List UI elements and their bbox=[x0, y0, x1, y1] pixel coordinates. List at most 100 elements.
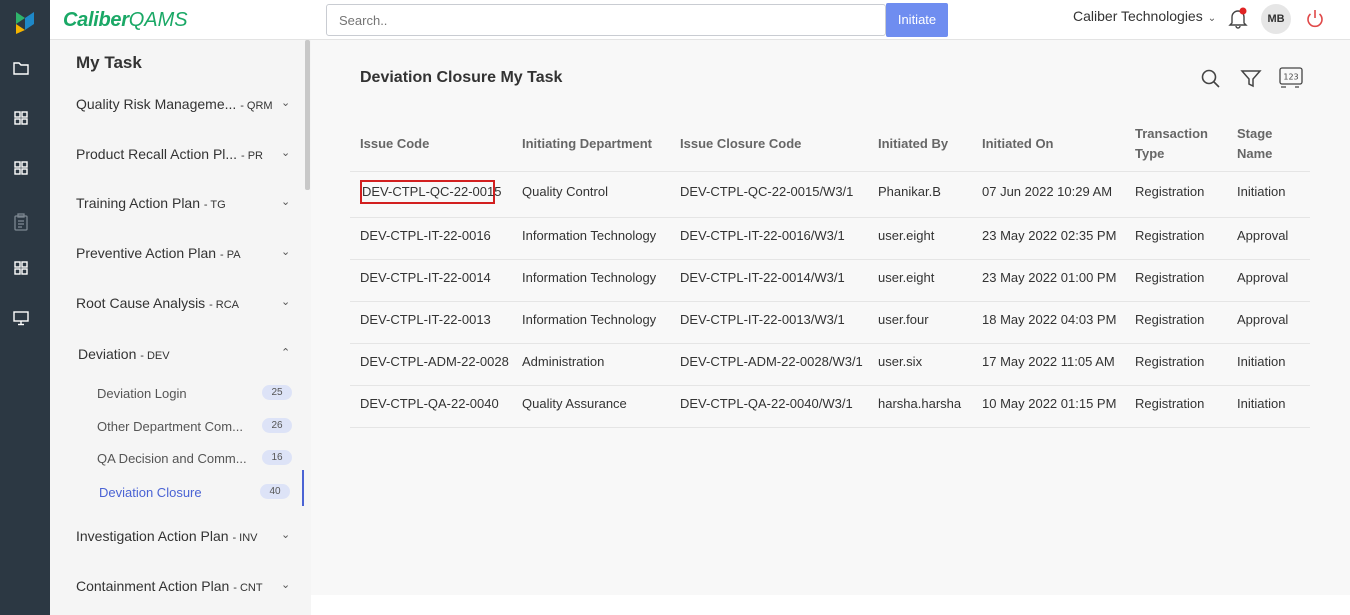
power-icon[interactable] bbox=[1304, 8, 1326, 30]
top-header: CaliberQAMS Initiate Caliber Technologie… bbox=[50, 0, 1350, 40]
issue-code-link[interactable]: DEV-CTPL-IT-22-0013 bbox=[360, 312, 491, 327]
issue-code-link[interactable]: DEV-CTPL-QA-22-0040 bbox=[360, 396, 499, 411]
sidebar-item-inv[interactable]: Investigation Action Plan - INV ⌄ bbox=[76, 528, 296, 544]
avatar[interactable]: MB bbox=[1261, 4, 1291, 34]
cell: Registration bbox=[1135, 354, 1205, 369]
chevron-up-icon: ⌃ bbox=[281, 347, 291, 359]
cell: Initiation bbox=[1237, 396, 1286, 411]
chevron-down-icon: ⌄ bbox=[281, 579, 291, 591]
count-badge: 25 bbox=[262, 385, 292, 400]
col-initiating-department[interactable]: Initiating Department bbox=[522, 134, 652, 154]
cell: Phanikar.B bbox=[878, 184, 941, 199]
col-stage-name[interactable]: Stage Name bbox=[1237, 124, 1287, 164]
main-footer bbox=[311, 595, 1350, 615]
cell: Registration bbox=[1135, 396, 1205, 411]
cell: 18 May 2022 04:03 PM bbox=[982, 312, 1117, 327]
cell: DEV-CTPL-ADM-22-0028/W3/1 bbox=[680, 354, 863, 369]
count-badge: 40 bbox=[260, 484, 290, 499]
cell: 17 May 2022 11:05 AM bbox=[982, 354, 1115, 369]
cell: DEV-CTPL-IT-22-0013/W3/1 bbox=[680, 312, 845, 327]
search-input[interactable] bbox=[326, 4, 886, 36]
cell: DEV-CTPL-QC-22-0015/W3/1 bbox=[680, 184, 854, 199]
monitor-icon[interactable] bbox=[12, 309, 30, 327]
cell: user.four bbox=[878, 312, 929, 327]
search-icon[interactable] bbox=[1198, 66, 1224, 92]
issue-code-link[interactable]: DEV-CTPL-QC-22-0015 bbox=[362, 184, 501, 199]
sidebar-item-pa[interactable]: Preventive Action Plan - PA ⌄ bbox=[76, 245, 296, 261]
cell: DEV-CTPL-IT-22-0016/W3/1 bbox=[680, 228, 845, 243]
left-rail bbox=[0, 0, 50, 615]
cell: harsha.harsha bbox=[878, 396, 962, 411]
cell: Approval bbox=[1237, 270, 1289, 285]
cell: Registration bbox=[1135, 270, 1205, 285]
sidebar-item-cnt[interactable]: Containment Action Plan - CNT ⌄ bbox=[76, 578, 296, 594]
grid-icon[interactable] bbox=[12, 109, 30, 127]
initiate-button[interactable]: Initiate bbox=[886, 3, 948, 37]
sidebar-scrollbar[interactable] bbox=[305, 40, 310, 190]
row-divider bbox=[350, 301, 1310, 302]
sidebar: My Task Quality Risk Manageme... - QRM ⌄ … bbox=[50, 40, 311, 615]
brand-logo[interactable]: CaliberQAMS bbox=[63, 8, 188, 32]
chevron-down-icon: ⌄ bbox=[281, 97, 291, 109]
logo-icon[interactable] bbox=[14, 10, 36, 36]
cell: Quality Assurance bbox=[522, 396, 627, 411]
sub-item-qa-decision[interactable]: QA Decision and Comm... 16 bbox=[97, 450, 297, 466]
cell: Information Technology bbox=[522, 270, 657, 285]
row-divider bbox=[350, 259, 1310, 260]
col-issue-code[interactable]: Issue Code bbox=[360, 134, 429, 154]
sidebar-item-rca[interactable]: Root Cause Analysis - RCA ⌄ bbox=[76, 295, 296, 311]
clipboard-icon[interactable] bbox=[12, 213, 30, 231]
cell: Quality Control bbox=[522, 184, 608, 199]
company-selector[interactable]: Caliber Technologies ⌄ bbox=[1073, 8, 1216, 24]
sub-item-other-dept[interactable]: Other Department Com... 26 bbox=[97, 418, 297, 434]
col-initiated-on[interactable]: Initiated On bbox=[982, 134, 1054, 154]
filter-icon[interactable] bbox=[1238, 66, 1264, 92]
row-divider bbox=[350, 171, 1310, 172]
grid-icon[interactable] bbox=[12, 159, 30, 177]
cell: Registration bbox=[1135, 312, 1205, 327]
chevron-down-icon: ⌄ bbox=[281, 529, 291, 541]
sidebar-item-dev[interactable]: Deviation - DEV ⌃ bbox=[78, 346, 298, 362]
cell: Initiation bbox=[1237, 184, 1286, 199]
row-divider bbox=[350, 343, 1310, 344]
col-initiated-by[interactable]: Initiated By bbox=[878, 134, 948, 154]
cell: Administration bbox=[522, 354, 605, 369]
numbering-icon[interactable]: 123 bbox=[1277, 63, 1305, 91]
sidebar-item-qrm[interactable]: Quality Risk Manageme... - QRM ⌄ bbox=[76, 96, 296, 112]
cell: Initiation bbox=[1237, 354, 1286, 369]
issue-code-link[interactable]: DEV-CTPL-ADM-22-0028 bbox=[360, 354, 509, 369]
chevron-down-icon: ⌄ bbox=[281, 246, 291, 258]
col-transaction-type[interactable]: Transaction Type bbox=[1135, 124, 1215, 164]
cell: 23 May 2022 02:35 PM bbox=[982, 228, 1117, 243]
svg-text:123: 123 bbox=[1283, 73, 1298, 82]
chevron-down-icon: ⌄ bbox=[1207, 13, 1217, 24]
folder-icon[interactable] bbox=[12, 59, 30, 77]
count-badge: 26 bbox=[262, 418, 292, 433]
cell: user.eight bbox=[878, 270, 935, 285]
sub-item-deviation-closure[interactable]: Deviation Closure 40 bbox=[99, 484, 299, 500]
sidebar-item-pr[interactable]: Product Recall Action Pl... - PR ⌄ bbox=[76, 146, 296, 162]
cell: Registration bbox=[1135, 228, 1205, 243]
cell: DEV-CTPL-IT-22-0014/W3/1 bbox=[680, 270, 845, 285]
cell: Information Technology bbox=[522, 312, 657, 327]
row-divider bbox=[350, 385, 1310, 386]
cell: user.six bbox=[878, 354, 923, 369]
sub-item-deviation-login[interactable]: Deviation Login 25 bbox=[97, 385, 297, 401]
sidebar-title: My Task bbox=[76, 53, 142, 72]
cell: 07 Jun 2022 10:29 AM bbox=[982, 184, 1113, 199]
issue-code-link[interactable]: DEV-CTPL-IT-22-0014 bbox=[360, 270, 491, 285]
cell: Approval bbox=[1237, 228, 1289, 243]
issue-code-link[interactable]: DEV-CTPL-IT-22-0016 bbox=[360, 228, 491, 243]
cell: Registration bbox=[1135, 184, 1205, 199]
bell-icon[interactable] bbox=[1228, 7, 1248, 29]
cell: 10 May 2022 01:15 PM bbox=[982, 396, 1117, 411]
row-divider bbox=[350, 217, 1310, 218]
chevron-down-icon: ⌄ bbox=[281, 196, 291, 208]
grid-icon[interactable] bbox=[12, 259, 30, 277]
active-indicator bbox=[302, 470, 304, 506]
chevron-down-icon: ⌄ bbox=[281, 296, 291, 308]
col-issue-closure-code[interactable]: Issue Closure Code bbox=[680, 134, 801, 154]
chevron-down-icon: ⌄ bbox=[281, 147, 291, 159]
sidebar-item-tg[interactable]: Training Action Plan - TG ⌄ bbox=[76, 195, 296, 211]
cell: user.eight bbox=[878, 228, 935, 243]
